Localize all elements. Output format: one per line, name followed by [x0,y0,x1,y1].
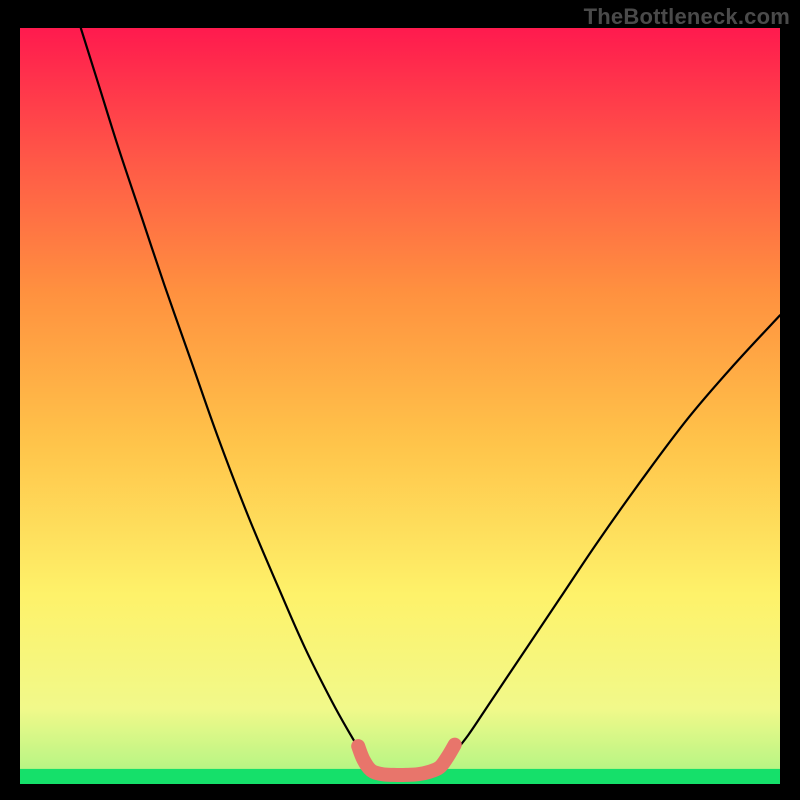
chart-frame: TheBottleneck.com [0,0,800,800]
gradient-background [20,28,780,784]
watermark-text: TheBottleneck.com [584,4,790,30]
plot-area [20,28,780,784]
plot-svg [20,28,780,784]
